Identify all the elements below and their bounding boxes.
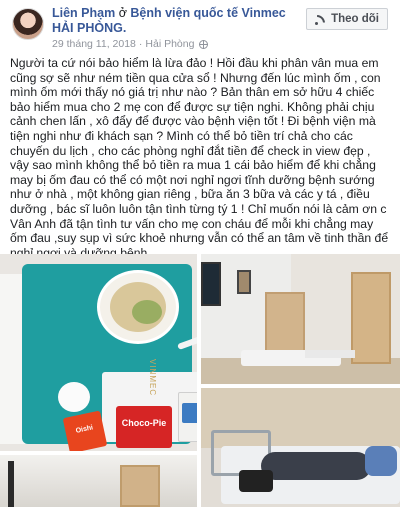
- snack-choco-pie: Choco-Pie: [116, 406, 172, 448]
- wall-frame: [237, 270, 251, 294]
- milk-label: [182, 403, 197, 423]
- herbs: [132, 300, 162, 324]
- post-meta: 29 tháng 11, 2018 · Hải Phòng: [52, 38, 209, 50]
- photo-grid: VINMEC Oishi Choco-Pie: [0, 254, 400, 507]
- milk-box: [178, 392, 197, 442]
- pole: [8, 461, 14, 507]
- bag: [239, 470, 273, 492]
- photo-food-tray[interactable]: VINMEC Oishi Choco-Pie: [0, 254, 197, 451]
- soup: [110, 282, 166, 332]
- spoon: [177, 332, 197, 350]
- follow-button[interactable]: Theo dõi: [306, 8, 388, 30]
- rss-icon: [315, 14, 326, 25]
- post-header: Liên Phạm ở Bệnh viện quốc tế Vinmec HẢI…: [0, 0, 400, 52]
- author-name[interactable]: Liên Phạm: [52, 6, 115, 20]
- bed-table: [305, 350, 355, 358]
- globe-icon: [199, 39, 209, 49]
- author-connector: ở: [115, 6, 131, 20]
- ceiling: [0, 455, 197, 507]
- photo-hospital-room[interactable]: [201, 254, 400, 384]
- post-body: Người ta cứ nói bảo hiểm là lừa đảo ! Hồ…: [10, 56, 389, 260]
- post-city[interactable]: Hải Phòng: [145, 38, 194, 50]
- snack-chips: Oishi: [62, 410, 108, 451]
- author-line: Liên Phạm ở Bệnh viện quốc tế Vinmec HẢI…: [52, 6, 292, 36]
- soup-bowl: [97, 270, 179, 344]
- photo-patient-bed[interactable]: [201, 388, 400, 507]
- tv: [201, 262, 221, 306]
- follow-label: Theo dõi: [331, 13, 379, 25]
- photo-room-corner[interactable]: [0, 455, 197, 507]
- room-door-2: [120, 465, 160, 507]
- tray-brand: VINMEC: [148, 359, 157, 397]
- tray: VINMEC Oishi Choco-Pie: [22, 264, 197, 451]
- patient: [261, 452, 371, 480]
- avatar[interactable]: [12, 8, 44, 40]
- post-date[interactable]: 29 tháng 11, 2018: [52, 38, 136, 50]
- meta-separator: ·: [138, 38, 143, 50]
- bathroom-door: [351, 272, 391, 364]
- side-dish: [58, 382, 90, 412]
- room-door: [265, 292, 305, 358]
- pillow: [365, 446, 397, 476]
